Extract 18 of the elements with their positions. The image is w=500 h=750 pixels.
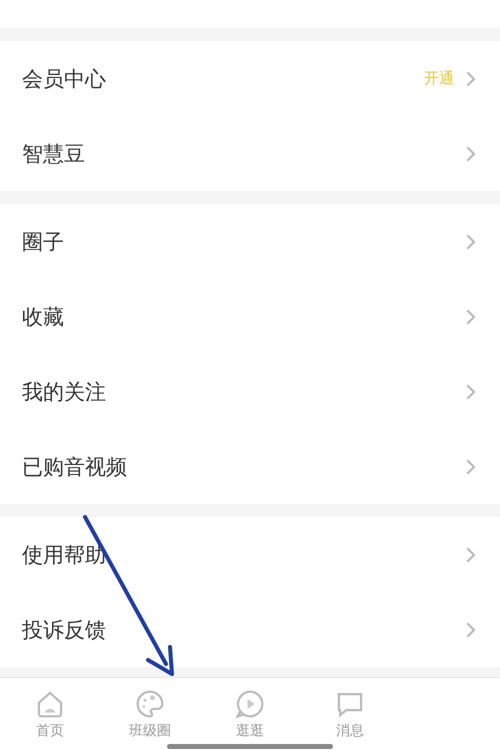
chevron-right-icon: [466, 70, 476, 86]
menu-item[interactable]: 投诉反馈: [22, 616, 466, 644]
menu-item[interactable]: 智慧豆: [22, 140, 466, 168]
menu-item[interactable]: 会员中心: [22, 64, 424, 92]
play-icon: [234, 688, 266, 720]
menu-item[interactable]: 我的关注: [22, 378, 466, 406]
menu-item[interactable]: 已购音视频: [22, 452, 466, 480]
status-label: 开通: [424, 69, 454, 88]
chevron-right-icon: [466, 146, 476, 162]
chevron-right-icon: [466, 234, 476, 250]
menu-item[interactable]: 收藏: [22, 302, 466, 330]
chevron-right-icon: [466, 622, 476, 638]
chevron-right-icon: [466, 546, 476, 562]
menu-item[interactable]: 圈子: [22, 228, 466, 256]
chevron-right-icon: [466, 384, 476, 400]
palette-icon: [134, 688, 166, 720]
chevron-right-icon: [466, 458, 476, 474]
chevron-right-icon: [466, 308, 476, 324]
